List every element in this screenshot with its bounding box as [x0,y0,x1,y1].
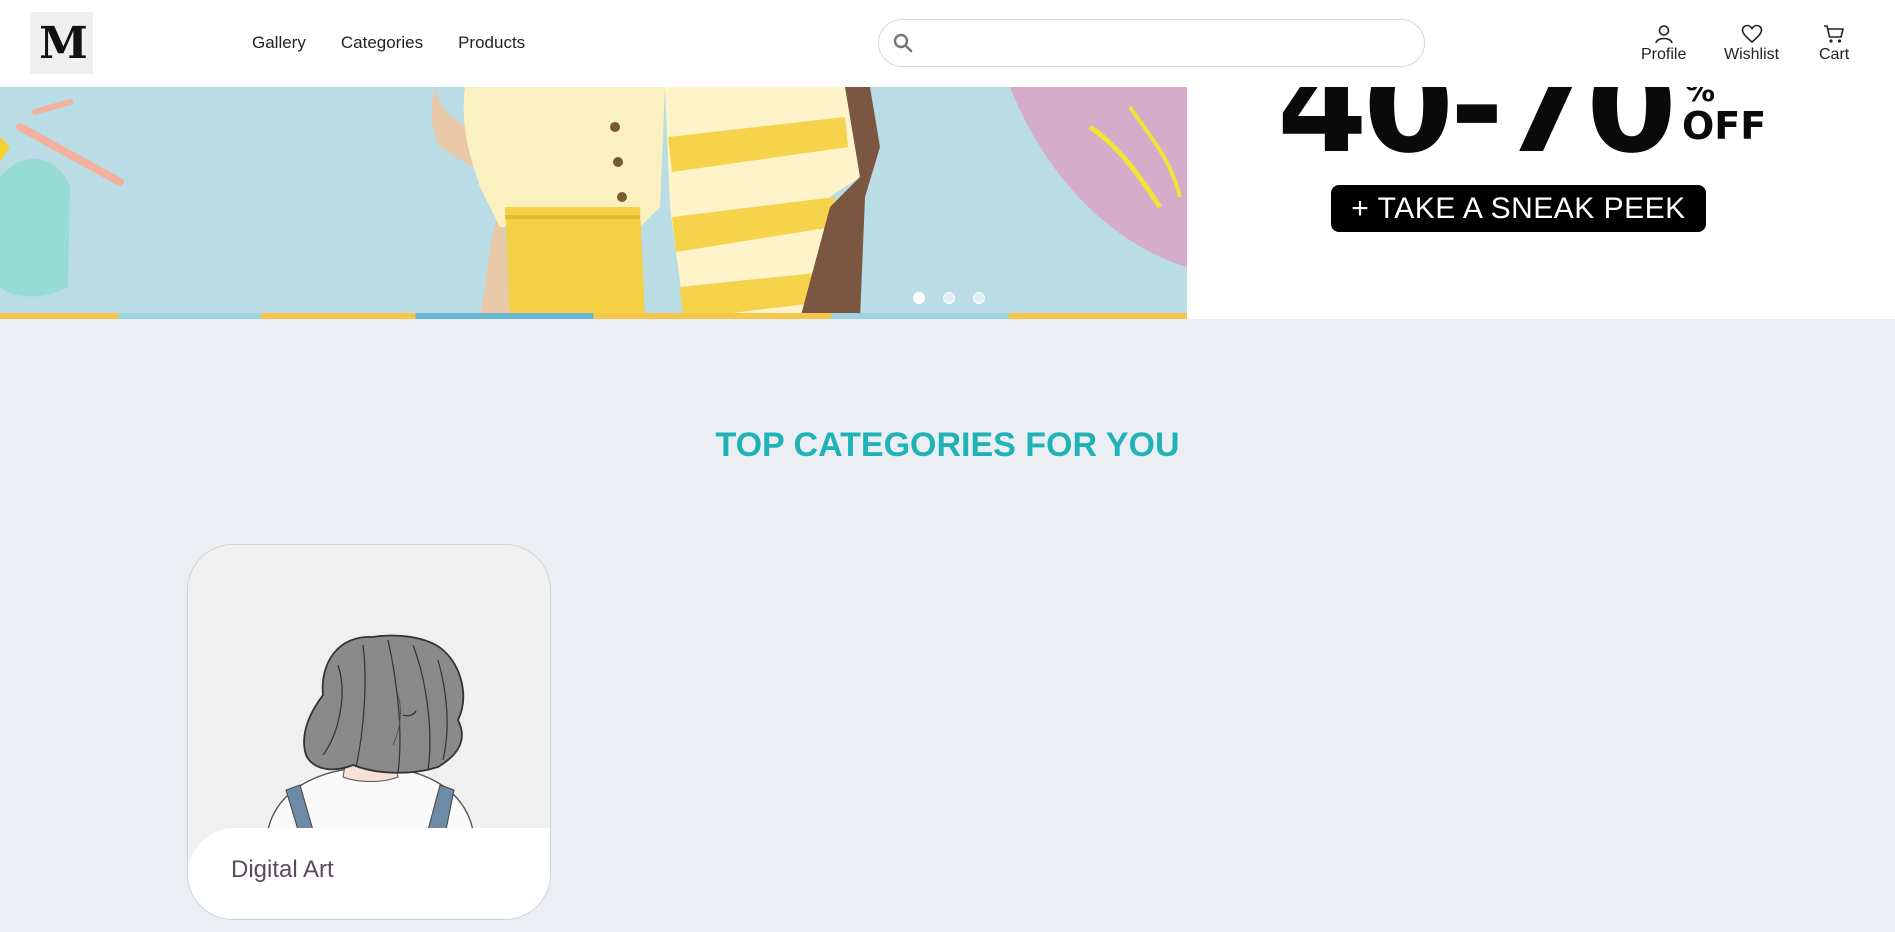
logo-text: M [39,17,88,69]
banner-illustration [0,87,1187,319]
sneak-peek-button[interactable]: + TAKE A SNEAK PEEK [1331,185,1706,232]
carousel-dot-2[interactable] [943,292,955,304]
category-card-digital-art[interactable]: Digital Art [187,544,551,920]
heart-icon [1741,24,1762,44]
nav-gallery[interactable]: Gallery [252,33,306,53]
site-logo[interactable]: M [30,12,93,74]
hero-banner: 40-70 % OFF + TAKE A SNEAK PEEK [0,87,1895,319]
wishlist-label: Wishlist [1724,46,1780,63]
cart-icon [1824,25,1844,43]
carousel-dots [913,292,985,304]
banner-stripe [0,313,1187,319]
promo-discount: 40-70 [1277,87,1677,182]
nav-categories[interactable]: Categories [341,33,423,53]
profile-button[interactable]: Profile [1641,24,1686,64]
category-label-area: Digital Art [188,828,550,919]
category-image [188,545,550,830]
carousel-dot-1[interactable] [913,292,925,304]
banner-image[interactable] [0,87,1187,319]
category-label: Digital Art [231,856,334,883]
wishlist-button[interactable]: Wishlist [1724,24,1779,64]
search-icon[interactable] [893,33,913,53]
profile-label: Profile [1641,46,1687,63]
nav-products[interactable]: Products [458,33,525,53]
top-header: M Gallery Categories Products Profile Wi… [0,0,1895,87]
cart-label: Cart [1819,46,1850,63]
user-icon [1654,25,1673,44]
promo-panel: 40-70 % OFF + TAKE A SNEAK PEEK [1187,87,1895,319]
search-input[interactable] [923,28,1403,58]
search-bar[interactable] [878,19,1425,67]
section-title: TOP CATEGORIES FOR YOU [715,426,1180,464]
main-nav: Gallery Categories Products [252,33,560,53]
cart-button[interactable]: Cart [1819,24,1849,64]
carousel-dot-3[interactable] [973,292,985,304]
promo-off: OFF [1682,104,1767,148]
